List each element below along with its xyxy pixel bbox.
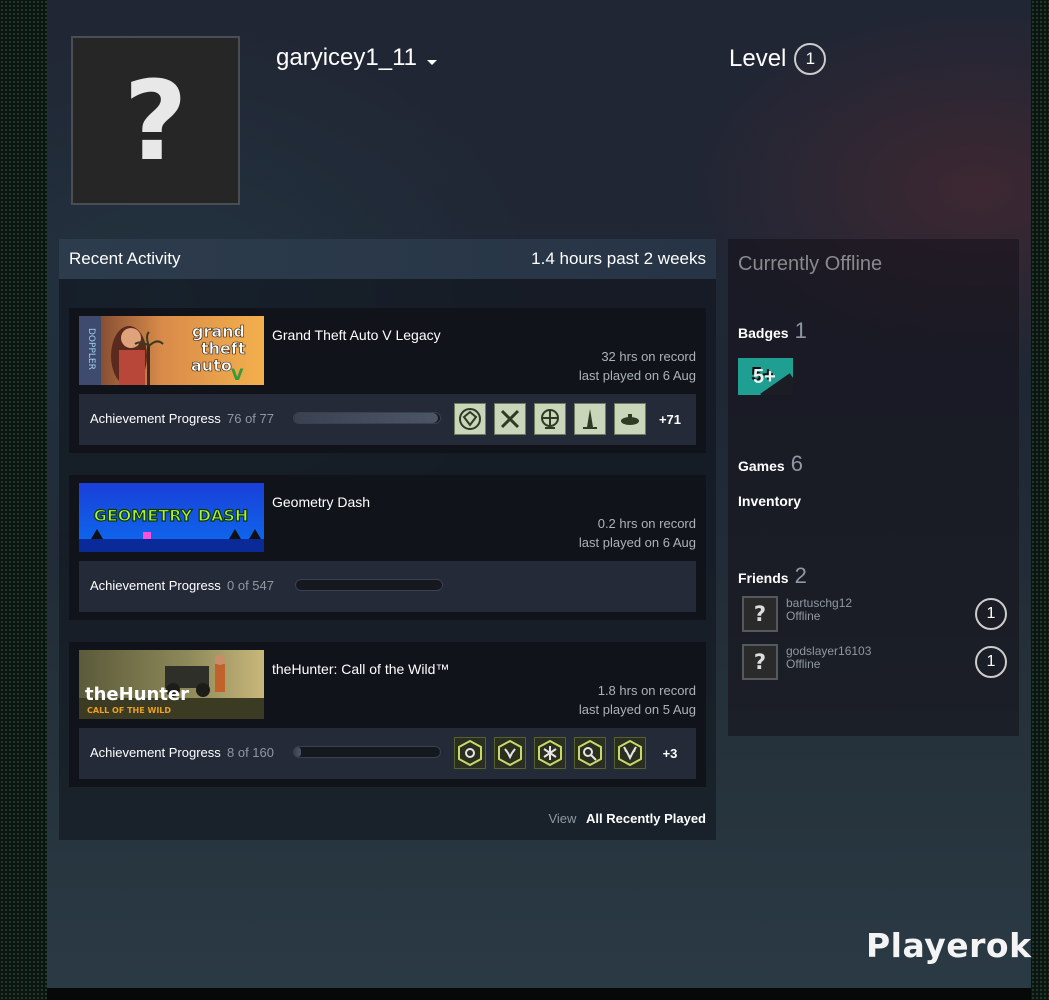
- game-row-thehunter: theHunter CALL OF THE WILD theHunter: Ca…: [69, 642, 706, 787]
- friends-count: 2: [794, 563, 807, 588]
- game-hours: 32 hrs on record: [601, 349, 696, 364]
- view-all-recently-played: View All Recently Played: [548, 811, 706, 826]
- view-label: View: [548, 811, 577, 826]
- globe-icon[interactable]: [534, 403, 566, 435]
- caret-down-icon: [426, 59, 437, 65]
- friends-label: Friends: [738, 570, 789, 586]
- friend-level-badge: 1: [975, 646, 1007, 678]
- achievement-bar: Achievement Progress 0 of 547: [79, 561, 696, 612]
- game-name[interactable]: Geometry Dash: [272, 494, 370, 510]
- profile-avatar[interactable]: ?: [71, 36, 240, 205]
- friends-link[interactable]: Friends 2: [738, 563, 807, 589]
- games-link[interactable]: Games 6: [738, 451, 803, 477]
- games-label: Games: [738, 458, 785, 474]
- achievement-icons: +3: [454, 737, 686, 769]
- achievement-progress-bar: [293, 746, 441, 758]
- level-badge[interactable]: 1: [794, 43, 827, 75]
- page-background-left: [0, 0, 47, 1000]
- game-last-played: last played on 5 Aug: [578, 702, 696, 717]
- game-name[interactable]: theHunter: Call of the Wild™: [272, 661, 449, 677]
- geometry-dash-capsule-title: GEOMETRY DASH: [94, 506, 249, 525]
- game-name[interactable]: Grand Theft Auto V Legacy: [272, 327, 441, 343]
- inventory-label: Inventory: [738, 493, 802, 509]
- achievement-label: Achievement Progress: [90, 411, 221, 426]
- antlers-badge-icon[interactable]: [614, 737, 646, 769]
- deer-badge-icon[interactable]: [494, 737, 526, 769]
- target-badge-icon[interactable]: [454, 737, 486, 769]
- achievement-count: 0 of 547: [227, 578, 274, 593]
- friend-name: bartuschg12: [786, 596, 853, 610]
- achievement-label: Achievement Progress: [90, 745, 221, 760]
- username-dropdown[interactable]: garyicey1_11: [276, 44, 437, 72]
- game-hours: 0.2 hrs on record: [597, 516, 696, 531]
- diamond-icon[interactable]: [454, 403, 486, 435]
- gta5-capsule-sign: DOPPLER: [86, 328, 96, 370]
- achievement-progress-bar: [293, 412, 441, 424]
- game-row-geometry-dash: GEOMETRY DASH Geometry Dash 0.2 hrs on r…: [69, 475, 706, 620]
- games-count: 6: [790, 451, 803, 476]
- badges-link[interactable]: Badges 1: [738, 318, 807, 344]
- game-row-gta5: DOPPLER grand theft auto V Grand Theft A…: [69, 308, 706, 453]
- friend-item[interactable]: ? godslayer16103 Offline 1: [742, 644, 1007, 682]
- geometry-dash-capsule-art: GEOMETRY DASH: [79, 483, 264, 552]
- thehunter-capsule-art: theHunter CALL OF THE WILD: [79, 650, 264, 719]
- more-achievements[interactable]: +71: [654, 403, 686, 435]
- playerok-watermark: Playerok: [866, 926, 1032, 965]
- gta5-capsule-five: V: [231, 365, 244, 384]
- username: garyicey1_11: [276, 44, 417, 71]
- achievement-label: Achievement Progress: [90, 578, 221, 593]
- friend-level-badge: 1: [975, 598, 1007, 630]
- recent-hours-summary: 1.4 hours past 2 weeks: [531, 249, 706, 268]
- friend-item[interactable]: ? bartuschg12 Offline 1: [742, 596, 1007, 634]
- friend-status: Offline: [786, 609, 821, 623]
- achievement-icons: +71: [454, 403, 686, 435]
- game-last-played: last played on 6 Aug: [578, 535, 696, 550]
- binoculars-badge-icon[interactable]: [574, 737, 606, 769]
- friend-status: Offline: [786, 657, 821, 671]
- level-label: Level: [729, 45, 787, 72]
- avatar-placeholder-icon: ?: [123, 56, 188, 185]
- achievement-progress-fill: [294, 413, 439, 423]
- game-capsule-thehunter[interactable]: theHunter CALL OF THE WILD: [79, 650, 264, 719]
- submarine-icon[interactable]: [614, 403, 646, 435]
- game-capsule-gta5[interactable]: DOPPLER grand theft auto V: [79, 316, 264, 385]
- achievement-count: 8 of 160: [227, 745, 274, 760]
- game-hours: 1.8 hrs on record: [597, 683, 696, 698]
- snowflake-badge-icon[interactable]: [534, 737, 566, 769]
- crossed-tools-icon[interactable]: [494, 403, 526, 435]
- badge-years-icon[interactable]: 5+ 5+: [738, 358, 793, 395]
- tower-icon[interactable]: [574, 403, 606, 435]
- inventory-link[interactable]: Inventory: [738, 493, 801, 509]
- page-background-right: [1031, 0, 1049, 1000]
- achievement-bar: Achievement Progress 8 of 160 +3: [79, 728, 696, 779]
- bottom-strip: [47, 988, 1031, 1000]
- recent-activity-title: Recent Activity: [69, 249, 181, 268]
- profile-level: Level 1: [729, 43, 827, 75]
- gta5-capsule-word-3: auto: [191, 356, 232, 375]
- recent-activity-panel: Recent Activity 1.4 hours past 2 weeks D…: [59, 239, 716, 840]
- recent-activity-header: Recent Activity 1.4 hours past 2 weeks: [59, 239, 716, 279]
- thehunter-capsule-subtitle: CALL OF THE WILD: [87, 706, 171, 715]
- profile-sidebar: Currently Offline Badges 1 5+ 5+ Games 6…: [728, 239, 1019, 736]
- friend-avatar: ?: [742, 596, 778, 632]
- online-status: Currently Offline: [738, 253, 883, 275]
- achievement-bar: Achievement Progress 76 of 77 +71: [79, 394, 696, 445]
- more-achievements[interactable]: +3: [654, 737, 686, 769]
- gta5-capsule-art: DOPPLER grand theft auto V: [79, 316, 264, 385]
- badge-text: 5+: [753, 366, 776, 388]
- friend-name: godslayer16103: [786, 644, 872, 658]
- badges-count: 1: [794, 318, 807, 343]
- game-capsule-geometry-dash[interactable]: GEOMETRY DASH: [79, 483, 264, 552]
- badges-label: Badges: [738, 325, 789, 341]
- friend-avatar: ?: [742, 644, 778, 680]
- achievement-progress-bar: [295, 579, 443, 591]
- all-recently-played-link[interactable]: All Recently Played: [586, 811, 706, 826]
- achievement-count: 76 of 77: [227, 411, 274, 426]
- achievement-progress-fill: [294, 747, 302, 757]
- thehunter-capsule-title: theHunter: [85, 684, 189, 705]
- game-last-played: last played on 6 Aug: [578, 368, 696, 383]
